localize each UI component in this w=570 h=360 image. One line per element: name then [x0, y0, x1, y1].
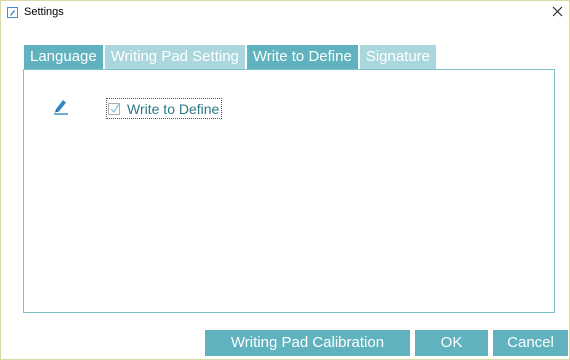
tab-language[interactable]: Language [24, 45, 103, 69]
tab-signature[interactable]: Signature [359, 45, 437, 69]
write-to-define-checkbox-row[interactable]: Write to Define [105, 98, 223, 119]
window-title: Settings [24, 6, 64, 18]
cancel-button[interactable]: Cancel [493, 330, 568, 356]
close-icon [552, 6, 563, 17]
app-icon [7, 7, 18, 18]
close-button[interactable] [549, 3, 567, 21]
title-bar: Settings [1, 1, 569, 23]
pen-icon [53, 97, 69, 115]
write-to-define-checkbox[interactable] [108, 102, 120, 115]
tab-write-to-define[interactable]: Write to Define [246, 45, 358, 69]
writing-pad-calibration-button[interactable]: Writing Pad Calibration [205, 330, 410, 356]
settings-dialog: Settings Language Writing Pad Setting Wr… [0, 0, 570, 360]
tab-panel: Write to Define [23, 69, 555, 313]
checkmark-icon [110, 103, 120, 113]
tab-writing-pad-setting[interactable]: Writing Pad Setting [104, 45, 245, 69]
ok-button[interactable]: OK [415, 330, 488, 356]
checkbox-label: Write to Define [127, 100, 220, 117]
tab-bar: Language Writing Pad Setting Write to De… [24, 45, 438, 69]
